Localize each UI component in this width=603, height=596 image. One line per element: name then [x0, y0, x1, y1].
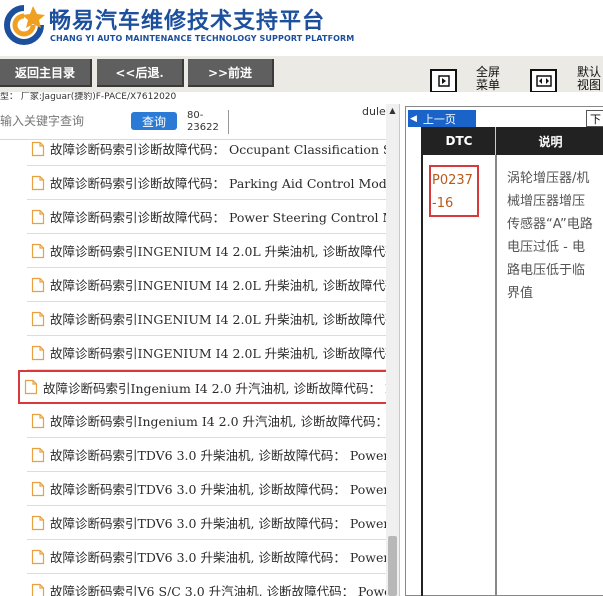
dtc-detail-panel: ◀ 上一页 下 DTC 说明 P0237-16 涡轮增压器/机 械增压器增压 传感器…: [401, 104, 603, 596]
home-button[interactable]: 返回主目录: [0, 59, 92, 87]
default-view-icon[interactable]: [530, 69, 557, 93]
default-view-label[interactable]: 默认 视图: [577, 66, 601, 92]
page-bar: ◀ 上一页 下: [406, 108, 603, 128]
description-line: 电压过低 - 电: [507, 240, 585, 255]
list-item-label: 故障诊断码索引INGENIUM I4 2.0L 升柴油机, 诊断故障代码: [50, 278, 387, 293]
document-icon: [31, 583, 45, 596]
description-line: 涡轮增压器/机: [507, 171, 590, 186]
logo-icon: [4, 5, 45, 45]
list-item[interactable]: 故障诊断码索引INGENIUM I4 2.0L 升柴油机, 诊断故障代码: [27, 302, 387, 336]
description-line: 界值: [507, 286, 534, 301]
list-item-label: 故障诊断码索引TDV6 3.0 升柴油机, 诊断故障代码： Powert: [50, 516, 387, 531]
list-item[interactable]: 故障诊断码索引V6 S/C 3.0 升汽油机, 诊断故障代码： Powe: [27, 574, 387, 596]
header-banner: 畅易汽车维修技术支持平台 CHANG YI AUTO MAINTENANCE T…: [0, 0, 603, 56]
document-icon: [31, 413, 45, 428]
list-item[interactable]: 故障诊断码索引TDV6 3.0 升柴油机, 诊断故障代码： Powert: [27, 506, 387, 540]
scroll-thumb[interactable]: [388, 536, 397, 596]
back-button[interactable]: <<后退.: [97, 59, 184, 87]
forward-button[interactable]: >>前进: [188, 59, 274, 87]
list-item-label: 故障诊断码索引TDV6 3.0 升柴油机, 诊断故障代码： Powert: [50, 448, 387, 463]
dtc-index-panel: 输入关键字查询 查询 80- 23622 dule 故障诊断码索引诊断故障代码：…: [0, 104, 400, 596]
fullscreen-glyph-icon: [437, 75, 450, 87]
list-item-label: 故障诊断码索引V6 S/C 3.0 升汽油机, 诊断故障代码： Powe: [50, 584, 387, 596]
document-icon: [31, 549, 45, 564]
dtc-code-cell: P0237-16: [429, 165, 479, 217]
document-icon: [31, 311, 45, 326]
list-item[interactable]: 故障诊断码索引INGENIUM I4 2.0L 升柴油机, 诊断故障代码: [27, 268, 387, 302]
list-item-label: 故障诊断码索引TDV6 3.0 升柴油机, 诊断故障代码： Powert: [50, 482, 387, 497]
site-title: 畅易汽车维修技术支持平台: [49, 9, 326, 34]
list-item[interactable]: 故障诊断码索引INGENIUM I4 2.0L 升柴油机, 诊断故障代码: [27, 234, 387, 268]
fullscreen-menu-label[interactable]: 全屏 菜单: [476, 66, 500, 92]
list-item-label: 故障诊断码索引INGENIUM I4 2.0L 升柴油机, 诊断故障代码: [50, 312, 387, 327]
document-icon: [31, 277, 45, 292]
list-item[interactable]: 故障诊断码索引Ingenium I4 2.0 升汽油机, 诊断故障代码： I: [27, 404, 387, 438]
description-line: 械增压器增压: [507, 194, 586, 209]
list-item[interactable]: 故障诊断码索引TDV6 3.0 升柴油机, 诊断故障代码： Powert: [27, 472, 387, 506]
document-icon: [31, 345, 45, 360]
module-label: dule: [362, 105, 386, 118]
arrow-left-icon: ◀: [410, 113, 417, 124]
vehicle-path: 型： 厂家:Jaguar(捷豹)F-PACE/X7612020: [0, 92, 603, 104]
list-item-label: 故障诊断码索引TDV6 3.0 升柴油机, 诊断故障代码： Powert: [50, 550, 387, 565]
fullscreen-icon[interactable]: [430, 69, 457, 93]
document-icon: [31, 243, 45, 258]
table-header: DTC 说明: [423, 127, 603, 155]
list-item[interactable]: 故障诊断码索引TDV6 3.0 升柴油机, 诊断故障代码： Powert: [27, 438, 387, 472]
list-item[interactable]: 故障诊断码索引诊断故障代码： Power Steering Control Mo: [27, 200, 387, 234]
default-view-glyph-icon: [535, 75, 552, 87]
list-item-label: 故障诊断码索引诊断故障代码： Parking Aid Control Modul: [50, 176, 387, 191]
prev-page-button[interactable]: ◀ 上一页: [408, 110, 476, 127]
search-button[interactable]: 查询: [131, 112, 177, 130]
list-scrollbar[interactable]: ▲: [386, 104, 399, 596]
list-item-label: 故障诊断码索引INGENIUM I4 2.0L 升柴油机, 诊断故障代码: [50, 244, 387, 259]
list-item[interactable]: 故障诊断码索引INGENIUM I4 2.0L 升柴油机, 诊断故障代码: [27, 336, 387, 370]
list-item-label: 故障诊断码索引诊断故障代码： Power Steering Control Mo: [50, 210, 387, 225]
search-input[interactable]: 输入关键字查询: [0, 112, 84, 129]
dtc-table: DTC 说明 P0237-16 涡轮增压器/机 械增压器增压 传感器“A”电路 电压过…: [421, 127, 603, 596]
list-item[interactable]: 故障诊断码索引TDV6 3.0 升柴油机, 诊断故障代码： Powert: [27, 540, 387, 574]
list-item-label: 故障诊断码索引诊断故障代码： Occupant Classification S…: [50, 142, 387, 157]
document-icon: [31, 175, 45, 190]
description-line: 传感器“A”电路: [507, 217, 593, 232]
list-item-selected[interactable]: 故障诊断码索引Ingenium I4 2.0 升汽油机, 诊断故障代码： I: [18, 370, 389, 404]
next-page-button[interactable]: 下: [586, 110, 603, 127]
list-item-label: 故障诊断码索引Ingenium I4 2.0 升汽油机, 诊断故障代码： I: [43, 380, 389, 396]
list-item[interactable]: 故障诊断码索引诊断故障代码： Occupant Classification S…: [27, 132, 387, 166]
dtc-description-cell: 涡轮增压器/机 械增压器增压 传感器“A”电路 电压过低 - 电路电压低于临 界值: [507, 167, 603, 305]
list-item[interactable]: 故障诊断码索引诊断故障代码： Parking Aid Control Modul: [27, 166, 387, 200]
document-icon: [31, 209, 45, 224]
list-item-label: 故障诊断码索引Ingenium I4 2.0 升汽油机, 诊断故障代码： I: [50, 414, 387, 429]
header-description: 说明: [538, 134, 563, 149]
column-divider: [495, 155, 497, 596]
document-icon: [31, 515, 45, 530]
description-line: 路电压低于临: [507, 263, 586, 278]
count-divider: [228, 110, 229, 134]
document-icon: [31, 447, 45, 462]
document-icon: [31, 481, 45, 496]
scroll-up-icon[interactable]: ▲: [388, 106, 397, 115]
site-subtitle: CHANG YI AUTO MAINTENANCE TECHNOLOGY SUP…: [50, 34, 355, 43]
document-icon: [24, 379, 38, 395]
document-icon: [31, 141, 45, 156]
header-dtc: DTC: [445, 134, 473, 148]
result-count: 80- 23622: [187, 110, 219, 133]
toolbar: 返回主目录 <<后退. >>前进 全屏 菜单 默认 视图: [0, 56, 603, 93]
list-item-label: 故障诊断码索引INGENIUM I4 2.0L 升柴油机, 诊断故障代码: [50, 346, 387, 361]
